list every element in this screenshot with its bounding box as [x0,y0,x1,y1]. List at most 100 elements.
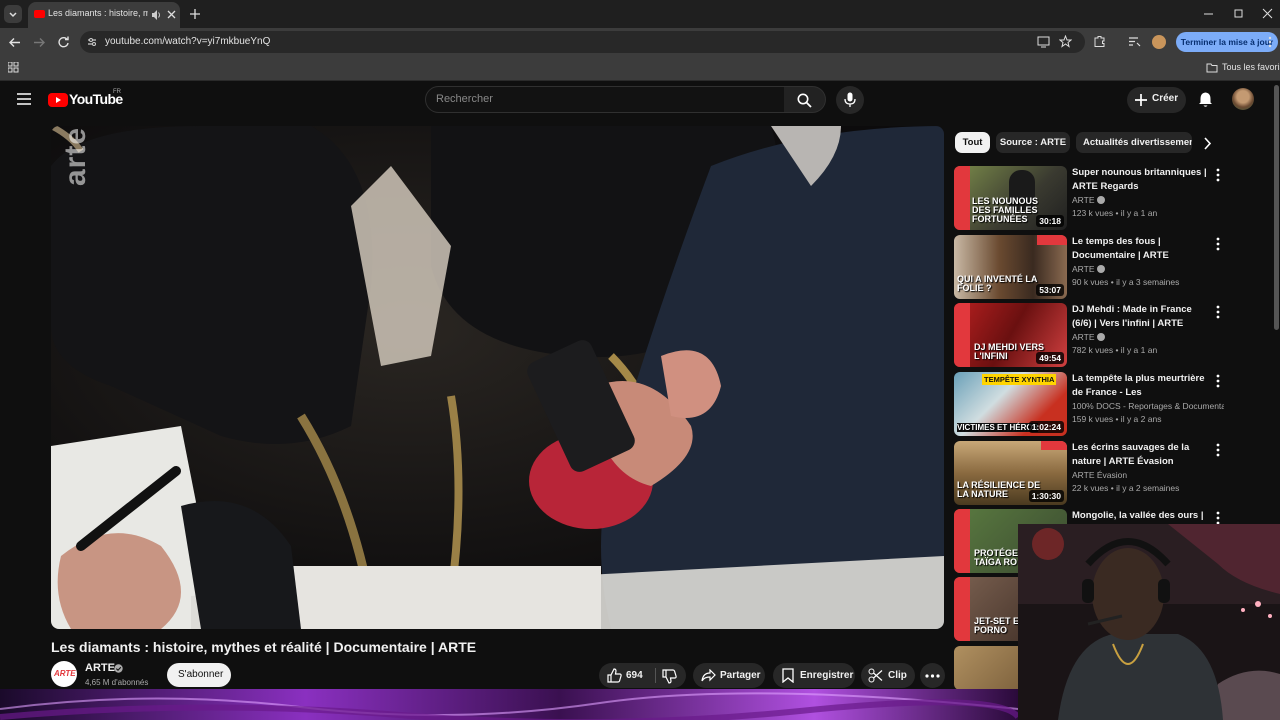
recommendation-channel[interactable]: ARTE [1072,332,1105,342]
window-close-icon[interactable] [1262,8,1273,19]
cast-install-icon[interactable] [1037,36,1050,48]
chip-source-arte[interactable]: Source : ARTE [996,132,1070,153]
hamburger-menu-icon[interactable] [17,93,31,105]
subscribe-label: S'abonner [178,669,224,680]
like-count: 694 [626,670,643,681]
thumbnail-text: VICTIMES ET HÉROS [957,423,1038,432]
verified-badge-icon [114,664,123,673]
more-horizontal-icon [925,674,940,678]
recommendation-title[interactable]: DJ Mehdi : Made in France (6/6) | Vers l… [1072,303,1212,330]
all-bookmarks-label[interactable]: Tous les favoris [1222,62,1280,72]
recommendation-title[interactable]: Super nounous britanniques | ARTE Regard… [1072,166,1212,193]
extensions-icon[interactable] [1093,35,1106,48]
recommendation-item[interactable]: DJ MEHDI VERS L'INFINI 49:54 DJ Mehdi : … [954,303,1226,367]
reading-list-icon[interactable] [1128,36,1141,48]
browser-menu-icon[interactable] [1267,36,1273,48]
share-button[interactable]: Partager [693,663,765,688]
channel-name[interactable]: ARTE [85,662,115,674]
recommendation-channel[interactable]: ARTE [1072,264,1105,274]
thumbs-down-icon[interactable] [662,669,677,684]
channel-avatar[interactable]: ARTE [51,661,77,687]
minimize-icon[interactable] [1203,8,1214,19]
recommendation-channel[interactable]: ARTE [1072,195,1105,205]
recommendation-channel[interactable]: ARTE Évasion [1072,470,1127,480]
duration-badge: 30:18 [1036,215,1064,227]
create-button[interactable]: Créer [1127,87,1186,113]
recommendation-title[interactable]: Mongolie, la vallée des ours | [1072,509,1212,523]
video-thumbnail[interactable]: LA RÉSILIENCE DE LA NATURE 1:30:30 [954,441,1067,505]
save-label: Enregistrer [800,670,854,681]
recommendation-item[interactable]: QUI A INVENTÉ LA FOLIE ? 53:07 Le temps … [954,235,1226,299]
video-thumbnail[interactable]: QUI A INVENTÉ LA FOLIE ? 53:07 [954,235,1067,299]
tab-close-icon[interactable] [166,9,177,20]
site-info-icon[interactable] [86,36,98,48]
video-thumbnail[interactable]: LES NOUNOUS DES FAMILLES FORTUNÉES 30:18 [954,166,1067,230]
save-button[interactable]: Enregistrer [773,663,855,688]
more-actions-button[interactable] [920,663,945,688]
more-vertical-icon[interactable] [1214,443,1222,457]
update-button[interactable]: Terminer la mise à jour [1176,32,1278,52]
forward-arrow-icon[interactable] [33,36,46,49]
tab-search-button[interactable] [4,5,22,23]
create-label: Créer [1152,93,1179,104]
share-label: Partager [720,670,761,681]
chevron-right-icon[interactable] [1203,137,1212,150]
chip-all[interactable]: Tout [955,132,990,153]
video-thumbnail[interactable]: TEMPÊTE XYNTHIA VICTIMES ET HÉROS 1:02:2… [954,372,1067,436]
url-text: youtube.com/watch?v=yi7mkbueYnQ [105,36,271,47]
duration-badge: 49:54 [1036,352,1064,364]
youtube-logo[interactable]: YouTube FR [48,89,128,108]
notifications-bell-icon[interactable] [1198,91,1213,108]
microphone-icon [844,92,856,107]
voice-search-button[interactable] [836,86,864,114]
recommendation-item[interactable]: TEMPÊTE XYNTHIA VICTIMES ET HÉROS 1:02:2… [954,372,1226,436]
stream-overlay-strip [0,689,1018,720]
recommendation-channel[interactable]: 100% DOCS - Reportages & Documentair... [1072,401,1224,411]
reload-icon[interactable] [57,36,70,49]
webcam-overlay [1018,524,1280,720]
back-arrow-icon[interactable] [8,36,21,49]
video-thumbnail[interactable]: DJ MEHDI VERS L'INFINI 49:54 [954,303,1067,367]
video-player[interactable]: arte [51,126,944,629]
new-tab-icon[interactable] [189,8,201,20]
more-vertical-icon[interactable] [1214,305,1222,319]
recommendation-item[interactable]: LA RÉSILIENCE DE LA NATURE 1:30:30 Les é… [954,441,1226,505]
arte-thumb-band [954,509,970,573]
address-bar[interactable]: youtube.com/watch?v=yi7mkbueYnQ [80,31,1085,53]
video-frame [51,126,944,629]
subscribe-button[interactable]: S'abonner [167,663,231,687]
verified-badge-icon [1096,333,1105,341]
recommendation-title[interactable]: Le temps des fous | Documentaire | ARTE [1072,235,1212,262]
purple-overlay-graphic [0,689,1018,720]
verified-badge-icon [1096,196,1105,204]
clip-label: Clip [888,670,907,681]
audio-playing-icon[interactable] [150,9,162,21]
profile-avatar[interactable] [1152,35,1166,49]
recommendation-title[interactable]: Les écrins sauvages de la nature | ARTE … [1072,441,1212,468]
search-input[interactable]: Rechercher [425,86,785,113]
clip-button[interactable]: Clip [861,663,915,688]
channel-label: ARTE [1072,332,1095,342]
chip-entertainment-news[interactable]: Actualités divertissement [1076,132,1192,153]
recommendation-item[interactable]: LES NOUNOUS DES FAMILLES FORTUNÉES 30:18… [954,166,1226,230]
folder-icon [1206,63,1218,73]
more-vertical-icon[interactable] [1214,374,1222,388]
maximize-icon[interactable] [1233,8,1244,19]
plus-icon [1135,94,1147,106]
page-scrollbar-thumb[interactable] [1274,85,1279,330]
recommendation-title[interactable]: La tempête la plus meurtrière de France … [1072,372,1212,399]
bookmark-star-icon[interactable] [1059,35,1072,48]
thumbs-up-icon [607,668,622,683]
more-vertical-icon[interactable] [1214,511,1222,525]
like-button[interactable]: 694 [599,663,654,688]
browser-tab[interactable]: Les diamants : histoire, myth [28,2,180,28]
share-arrow-icon [701,669,716,682]
recommendation-meta: 22 k vues • il y a 2 semaines [1072,483,1180,493]
duration-badge: 1:02:24 [1028,421,1064,433]
more-vertical-icon[interactable] [1214,237,1222,251]
like-dislike-group: 694 [599,663,686,688]
more-vertical-icon[interactable] [1214,168,1222,182]
search-button[interactable] [784,86,826,113]
apps-grid-icon[interactable] [8,62,19,73]
user-avatar[interactable] [1232,88,1254,110]
